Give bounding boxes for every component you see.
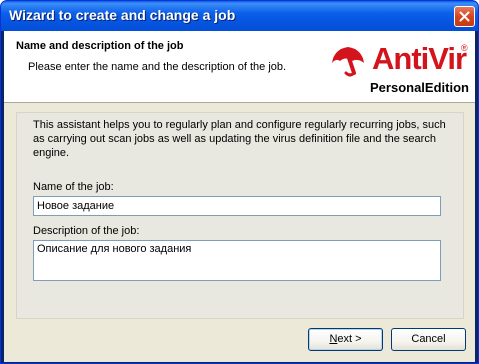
wizard-content-panel: This assistant helps you to regularly pl… bbox=[16, 112, 464, 319]
logo-brand: AntiVir bbox=[372, 41, 467, 76]
close-button[interactable] bbox=[454, 6, 475, 27]
intro-text: This assistant helps you to regularly pl… bbox=[33, 119, 446, 159]
logo-registered-mark: ® bbox=[461, 43, 468, 53]
close-icon bbox=[459, 11, 470, 22]
antivir-umbrella-icon bbox=[332, 47, 364, 77]
header-subtitle: Please enter the name and the descriptio… bbox=[28, 61, 287, 73]
title-bar[interactable]: Wizard to create and change a job bbox=[1, 1, 478, 31]
window-title: Wizard to create and change a job bbox=[9, 7, 236, 23]
wizard-client-area: Name and description of the job Please e… bbox=[4, 31, 475, 362]
next-button[interactable]: Next > bbox=[308, 328, 383, 351]
cancel-button[interactable]: Cancel bbox=[391, 328, 466, 351]
header-title: Name and description of the job bbox=[16, 40, 184, 52]
logo-edition: PersonalEdition bbox=[370, 80, 469, 95]
job-name-input[interactable] bbox=[33, 196, 441, 216]
antivir-logo: AntiVir ® PersonalEdition bbox=[328, 41, 474, 99]
job-description-label: Description of the job: bbox=[33, 225, 140, 237]
wizard-header: Name and description of the job Please e… bbox=[4, 31, 475, 103]
job-name-label: Name of the job: bbox=[33, 181, 114, 193]
job-description-input[interactable]: Описание для нового задания bbox=[33, 240, 441, 281]
next-label: ext > bbox=[337, 333, 362, 345]
wizard-window: Wizard to create and change a job Name a… bbox=[0, 0, 479, 364]
